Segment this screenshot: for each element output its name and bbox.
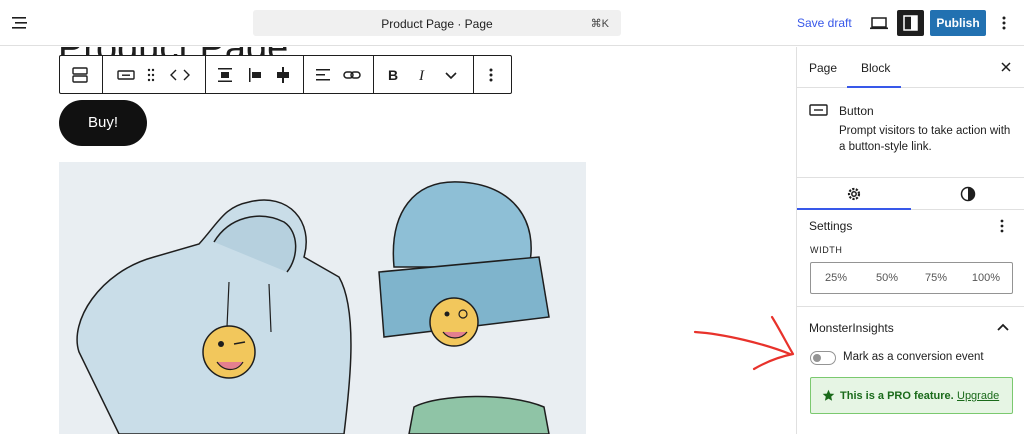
pro-feature-notice: This is a PRO feature. Upgrade: [810, 377, 1013, 414]
justify-left-icon: [249, 68, 261, 82]
block-inspector-tabs: [797, 178, 1024, 210]
justify-button[interactable]: [214, 64, 236, 86]
settings-panel-title: Settings: [809, 219, 853, 233]
conversion-event-toggle[interactable]: [810, 351, 836, 365]
text-align-button[interactable]: [312, 64, 334, 86]
product-image[interactable]: [59, 162, 586, 434]
settings-sidebar: Page Block Button Prompt visitors to tak…: [796, 47, 1024, 434]
bold-button[interactable]: B: [382, 64, 404, 86]
toggle-knob: [813, 354, 821, 362]
block-name: Button: [839, 104, 874, 118]
options-button[interactable]: [997, 13, 1011, 33]
drag-handle[interactable]: [140, 64, 162, 86]
buy-button-text[interactable]: Buy!: [88, 114, 118, 131]
italic-icon: I: [418, 68, 425, 84]
width-option-75[interactable]: 75%: [911, 263, 961, 293]
product-illustration: [76, 181, 550, 434]
conversion-event-label[interactable]: Mark as a conversion event: [843, 351, 984, 363]
close-icon: [1001, 62, 1011, 72]
pro-feature-text: This is a PRO feature.: [840, 390, 954, 402]
buttons-block-icon: [72, 67, 88, 83]
buy-button[interactable]: Buy!: [59, 100, 147, 146]
bold-icon: B: [388, 67, 398, 83]
contrast-icon: [960, 186, 976, 202]
width-option-100[interactable]: 100%: [961, 263, 1011, 293]
justify-center-icon: [218, 68, 232, 82]
save-draft-button[interactable]: Save draft: [797, 16, 852, 30]
align-middle-icon: [277, 67, 289, 83]
close-sidebar-button[interactable]: [999, 60, 1013, 74]
button-icon: [809, 104, 828, 116]
preview-button[interactable]: [868, 12, 890, 34]
laptop-icon: [870, 17, 888, 30]
chevron-up-icon[interactable]: [996, 321, 1010, 333]
kebab-icon: [1002, 16, 1006, 30]
chevron-down-icon: [445, 72, 457, 80]
width-segmented-control: 25% 50% 75% 100%: [810, 262, 1013, 294]
sidebar-icon: [903, 15, 918, 31]
sidebar-tabs: Page Block: [797, 47, 1024, 88]
link-icon: [343, 71, 361, 79]
svg-text:I: I: [418, 68, 425, 84]
drag-icon: [147, 68, 155, 82]
editor-canvas: Product Page: [0, 47, 796, 434]
settings-panel: Settings WIDTH 25% 50% 75% 100%: [797, 210, 1024, 307]
kebab-icon: [489, 68, 493, 82]
align-left-button[interactable]: [244, 64, 266, 86]
parent-block-button[interactable]: [69, 64, 91, 86]
block-options-button[interactable]: [480, 64, 502, 86]
annotation-arrow-icon: [693, 315, 795, 371]
chevron-left-right-icon: [170, 69, 190, 81]
kebab-icon[interactable]: [995, 218, 1009, 234]
gear-icon: [847, 187, 861, 201]
svg-text:B: B: [388, 67, 398, 83]
editor-top-bar: Product Page · Page ⌘K Save draft Publis…: [0, 0, 1024, 46]
width-option-50[interactable]: 50%: [862, 263, 912, 293]
upgrade-link[interactable]: Upgrade: [957, 390, 999, 402]
width-label: WIDTH: [810, 245, 843, 255]
settings-toggle-button[interactable]: [897, 10, 924, 36]
vertical-align-button[interactable]: [272, 64, 294, 86]
block-card: Button Prompt visitors to take action wi…: [797, 88, 1024, 178]
block-type-button[interactable]: [115, 64, 137, 86]
link-button[interactable]: [341, 64, 363, 86]
tab-settings[interactable]: [797, 178, 911, 210]
hamburger-icon: [12, 17, 27, 29]
document-title: Product Page · Page: [381, 17, 493, 31]
button-icon: [117, 70, 135, 80]
block-description: Prompt visitors to take action with a bu…: [839, 125, 1011, 153]
publish-button[interactable]: Publish: [930, 10, 986, 36]
star-icon: [822, 389, 835, 401]
monsterinsights-panel: MonsterInsights Mark as a conversion eve…: [797, 307, 1024, 434]
tab-page[interactable]: Page: [809, 61, 837, 75]
move-buttons[interactable]: [167, 64, 190, 86]
tab-styles[interactable]: [911, 178, 1024, 210]
command-palette-bar[interactable]: Product Page · Page ⌘K: [253, 10, 621, 36]
block-toolbar: B I: [59, 55, 512, 94]
monsterinsights-title[interactable]: MonsterInsights: [809, 321, 894, 335]
document-overview-button[interactable]: [10, 13, 32, 33]
tab-block[interactable]: Block: [861, 61, 890, 75]
more-formatting-button[interactable]: [440, 64, 462, 86]
width-option-25[interactable]: 25%: [811, 263, 861, 293]
align-left-icon: [316, 69, 330, 81]
shortcut-hint: ⌘K: [590, 18, 609, 30]
italic-button[interactable]: I: [411, 64, 433, 86]
